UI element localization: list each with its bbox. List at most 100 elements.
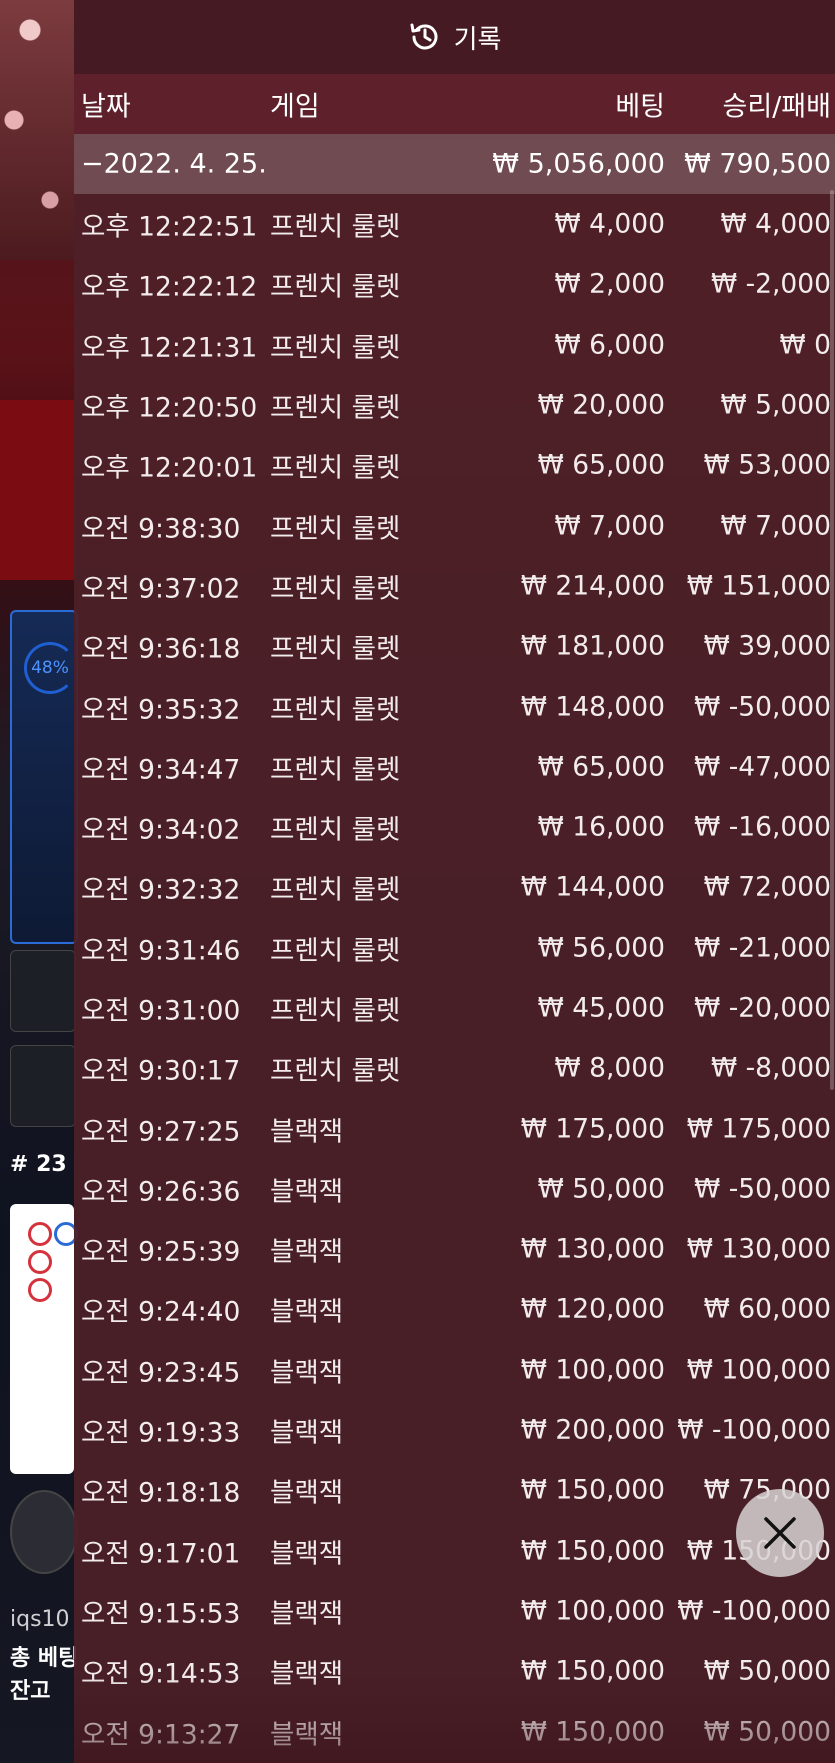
history-row[interactable]: 오전 9:36:18 프렌치 룰렛 ₩ 181,000 ₩ 39,000 bbox=[74, 616, 835, 676]
username: iqs10 bbox=[10, 1607, 70, 1632]
row-date: 오전 9:30:17 bbox=[81, 1055, 241, 1087]
row-game: 프렌치 룰렛 bbox=[270, 814, 401, 846]
row-win: ₩ -8,000 bbox=[710, 1052, 831, 1084]
row-win: ₩ 130,000 bbox=[686, 1233, 831, 1265]
row-bet: ₩ 20,000 bbox=[537, 389, 665, 421]
row-win: ₩ 72,000 bbox=[703, 871, 831, 903]
row-date: 오후 12:20:50 bbox=[81, 392, 258, 424]
row-win: ₩ 50,000 bbox=[703, 1655, 831, 1687]
row-date: 오전 9:37:02 bbox=[81, 573, 241, 605]
summary-win: ₩ 790,500 bbox=[684, 148, 831, 180]
row-date: 오전 9:38:30 bbox=[81, 513, 241, 545]
row-bet: ₩ 148,000 bbox=[520, 691, 665, 723]
col-bet: 베팅 bbox=[615, 91, 665, 123]
row-bet: ₩ 130,000 bbox=[520, 1233, 665, 1265]
history-row[interactable]: 오후 12:21:31 프렌치 룰렛 ₩ 6,000 ₩ 0 bbox=[74, 315, 835, 375]
history-row[interactable]: 오전 9:19:33 블랙잭 ₩ 200,000 ₩ -100,000 bbox=[74, 1400, 835, 1460]
close-icon bbox=[764, 1517, 796, 1549]
scrollbar[interactable] bbox=[830, 190, 834, 1090]
row-game: 블랙잭 bbox=[270, 1658, 344, 1690]
row-bet: ₩ 100,000 bbox=[520, 1595, 665, 1627]
balance-label: 잔고 bbox=[10, 1679, 51, 1704]
date-summary-row[interactable]: −2022. 4. 25. ₩ 5,056,000 ₩ 790,500 bbox=[74, 134, 835, 194]
row-win: ₩ 39,000 bbox=[703, 630, 831, 662]
row-win: ₩ -21,000 bbox=[694, 932, 831, 964]
row-win: ₩ 5,000 bbox=[720, 389, 832, 421]
history-row[interactable]: 오전 9:14:53 블랙잭 ₩ 150,000 ₩ 50,000 bbox=[74, 1641, 835, 1701]
history-row[interactable]: 오전 9:27:25 블랙잭 ₩ 175,000 ₩ 175,000 bbox=[74, 1098, 835, 1158]
history-row[interactable]: 오전 9:26:36 블랙잭 ₩ 50,000 ₩ -50,000 bbox=[74, 1159, 835, 1219]
history-row[interactable]: 오전 9:15:53 블랙잭 ₩ 100,000 ₩ -100,000 bbox=[74, 1581, 835, 1641]
row-game: 프렌치 룰렛 bbox=[270, 392, 401, 424]
row-game: 프렌치 룰렛 bbox=[270, 332, 401, 364]
row-date: 오전 9:17:01 bbox=[81, 1538, 241, 1570]
total-bet-label: 총 베팅 bbox=[10, 1646, 79, 1671]
row-bet: ₩ 150,000 bbox=[520, 1716, 665, 1748]
row-game: 프렌치 룰렛 bbox=[270, 995, 401, 1027]
history-row[interactable]: 오전 9:34:02 프렌치 룰렛 ₩ 16,000 ₩ -16,000 bbox=[74, 797, 835, 857]
row-win: ₩ -47,000 bbox=[694, 751, 831, 783]
row-bet: ₩ 175,000 bbox=[520, 1113, 665, 1145]
row-date: 오전 9:13:27 bbox=[81, 1719, 241, 1751]
row-win: ₩ 7,000 bbox=[720, 510, 832, 542]
history-row[interactable]: 오전 9:31:46 프렌치 룰렛 ₩ 56,000 ₩ -21,000 bbox=[74, 918, 835, 978]
history-row[interactable]: 오후 12:22:51 프렌치 룰렛 ₩ 4,000 ₩ 4,000 bbox=[74, 194, 835, 254]
row-date: 오전 9:19:33 bbox=[81, 1417, 241, 1449]
history-row[interactable]: 오전 9:25:39 블랙잭 ₩ 130,000 ₩ 130,000 bbox=[74, 1219, 835, 1279]
row-date: 오전 9:34:02 bbox=[81, 814, 241, 846]
row-win: ₩ 4,000 bbox=[720, 208, 832, 240]
ring-mark bbox=[28, 1250, 52, 1274]
row-win: ₩ 100,000 bbox=[686, 1354, 831, 1386]
row-win: ₩ -20,000 bbox=[694, 992, 831, 1024]
history-row[interactable]: 오전 9:38:30 프렌치 룰렛 ₩ 7,000 ₩ 7,000 bbox=[74, 495, 835, 555]
history-row[interactable]: 오전 9:34:47 프렌치 룰렛 ₩ 65,000 ₩ -47,000 bbox=[74, 737, 835, 797]
row-win: ₩ 0 bbox=[779, 329, 832, 361]
row-game: 프렌치 룰렛 bbox=[270, 874, 401, 906]
history-row[interactable]: 오후 12:20:01 프렌치 룰렛 ₩ 65,000 ₩ 53,000 bbox=[74, 435, 835, 495]
history-title: 기록 bbox=[453, 24, 502, 55]
row-win: ₩ 53,000 bbox=[703, 449, 831, 481]
col-win: 승리/패배 bbox=[722, 91, 831, 123]
history-row[interactable]: 오전 9:31:00 프렌치 룰렛 ₩ 45,000 ₩ -20,000 bbox=[74, 978, 835, 1038]
row-bet: ₩ 181,000 bbox=[520, 630, 665, 662]
summary-date: −2022. 4. 25. bbox=[81, 148, 267, 180]
dealer-scene bbox=[0, 0, 74, 260]
row-win: ₩ -50,000 bbox=[694, 691, 831, 723]
row-bet: ₩ 4,000 bbox=[554, 208, 666, 240]
history-row[interactable]: 오전 9:37:02 프렌치 룰렛 ₩ 214,000 ₩ 151,000 bbox=[74, 556, 835, 616]
row-win: ₩ 50,000 bbox=[703, 1716, 831, 1748]
history-row[interactable]: 오후 12:22:12 프렌치 룰렛 ₩ 2,000 ₩ -2,000 bbox=[74, 254, 835, 314]
row-game: 프렌치 룰렛 bbox=[270, 935, 401, 967]
history-row[interactable]: 오전 9:35:32 프렌치 룰렛 ₩ 148,000 ₩ -50,000 bbox=[74, 676, 835, 736]
close-button[interactable] bbox=[736, 1489, 824, 1577]
row-game: 블랙잭 bbox=[270, 1417, 344, 1449]
row-win: ₩ -50,000 bbox=[694, 1173, 831, 1205]
row-win: ₩ 175,000 bbox=[686, 1113, 831, 1145]
row-game: 블랙잭 bbox=[270, 1176, 344, 1208]
row-win: ₩ 151,000 bbox=[686, 570, 831, 602]
history-row[interactable]: 오전 9:32:32 프렌치 룰렛 ₩ 144,000 ₩ 72,000 bbox=[74, 857, 835, 917]
table-felt bbox=[0, 400, 74, 580]
player-pair-button[interactable] bbox=[10, 1045, 76, 1127]
row-win: ₩ 60,000 bbox=[703, 1293, 831, 1325]
history-row[interactable]: 오전 9:17:01블랙잭₩ 150,000₩ 150,000 bbox=[74, 1521, 835, 1581]
history-row[interactable]: 오전 9:13:27 블랙잭 ₩ 150,000 ₩ 50,000 bbox=[74, 1701, 835, 1761]
history-list: 오후 12:22:51 프렌치 룰렛 ₩ 4,000 ₩ 4,000 오후 12:22:… bbox=[74, 194, 835, 1762]
row-date: 오전 9:24:40 bbox=[81, 1296, 241, 1328]
history-row[interactable]: 오전 9:18:18블랙잭₩ 150,000₩ 75,000 bbox=[74, 1460, 835, 1520]
player-button[interactable] bbox=[10, 950, 76, 1032]
percent-gauge: 48% bbox=[24, 642, 76, 694]
row-bet: ₩ 65,000 bbox=[537, 751, 665, 783]
row-game: 프렌치 룰렛 bbox=[270, 573, 401, 605]
ring-mark bbox=[28, 1278, 52, 1302]
row-bet: ₩ 16,000 bbox=[537, 811, 665, 843]
history-row[interactable]: 오후 12:20:50 프렌치 룰렛 ₩ 20,000 ₩ 5,000 bbox=[74, 375, 835, 435]
history-row[interactable]: 오전 9:24:40 블랙잭 ₩ 120,000 ₩ 60,000 bbox=[74, 1279, 835, 1339]
history-row[interactable]: 오전 9:23:45 블랙잭 ₩ 100,000 ₩ 100,000 bbox=[74, 1340, 835, 1400]
history-row[interactable]: 오전 9:30:17 프렌치 룰렛 ₩ 8,000 ₩ -8,000 bbox=[74, 1038, 835, 1098]
chip-icon[interactable] bbox=[10, 1490, 78, 1574]
row-bet: ₩ 150,000 bbox=[520, 1655, 665, 1687]
row-game: 프렌치 룰렛 bbox=[270, 754, 401, 786]
row-game: 프렌치 룰렛 bbox=[270, 694, 401, 726]
row-bet: ₩ 45,000 bbox=[537, 992, 665, 1024]
